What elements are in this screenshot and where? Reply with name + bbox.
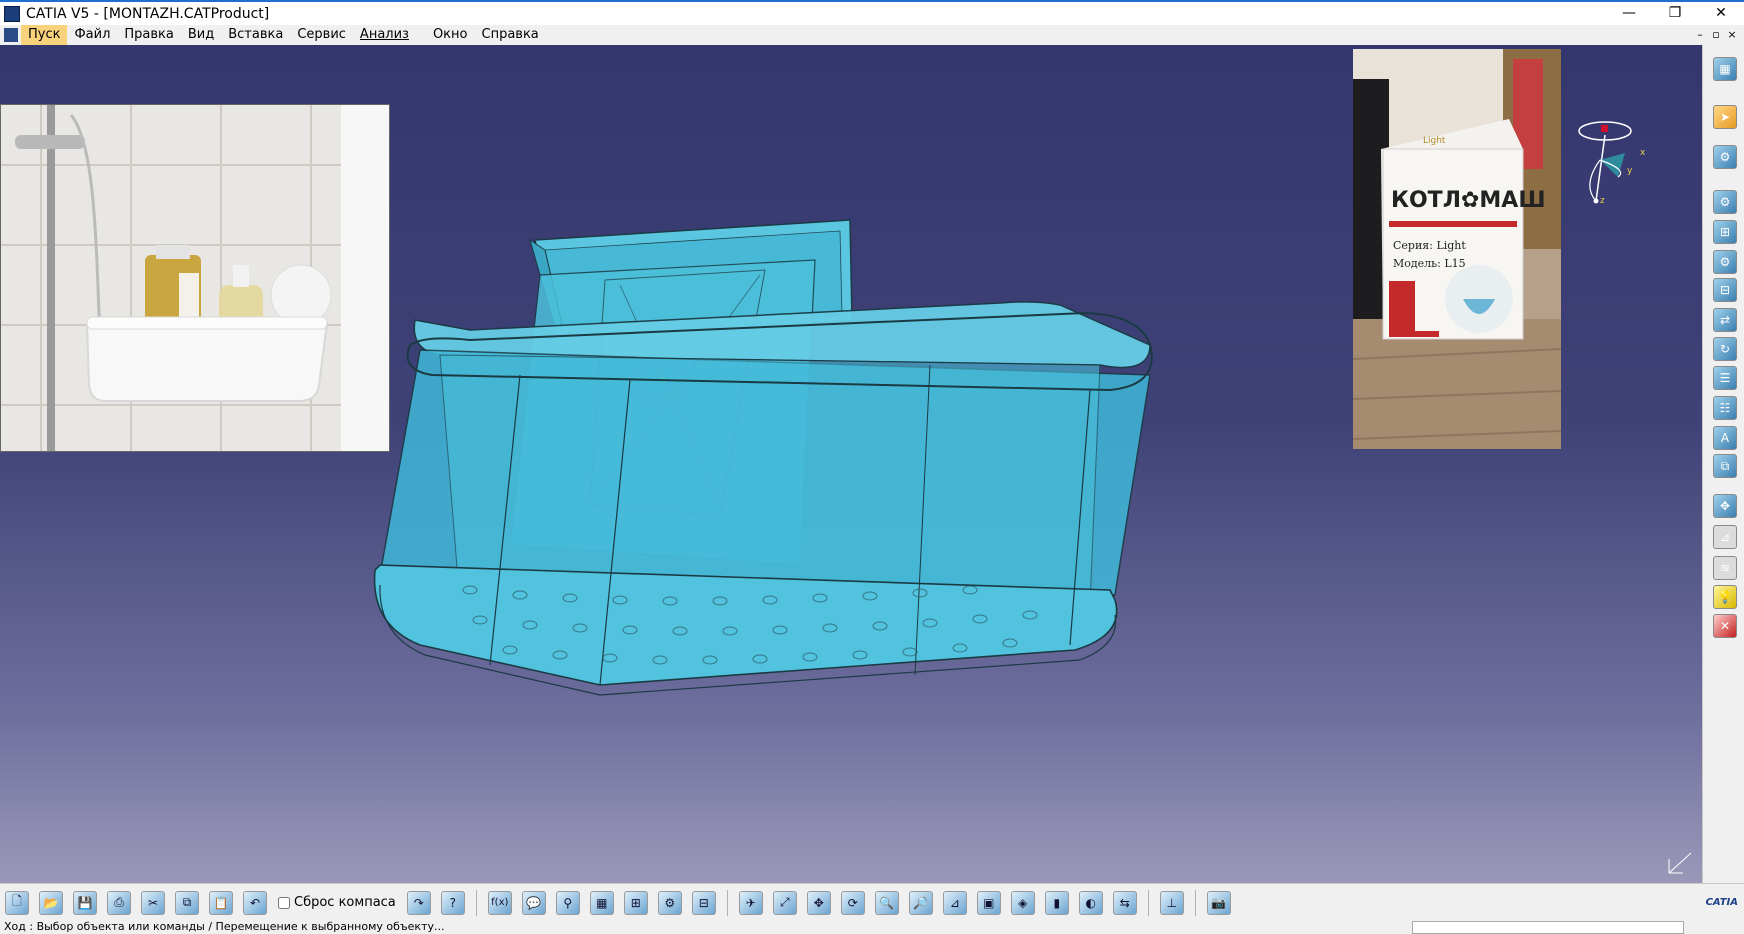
- menu-help[interactable]: Справка: [475, 25, 546, 45]
- title-bar: CATIA V5 - [MONTAZH.CATProduct] — ❐ ✕: [0, 0, 1744, 25]
- explode-icon[interactable]: ≋: [1713, 556, 1737, 580]
- new-part-icon[interactable]: ⊟: [1713, 278, 1737, 302]
- toolbar-separator: [475, 889, 477, 916]
- whats-this-icon[interactable]: ?: [440, 890, 465, 915]
- compass-reset-checkbox[interactable]: Сброс компаса: [278, 895, 396, 910]
- normal-view-icon[interactable]: ⊿: [942, 890, 967, 915]
- compass-reset-input[interactable]: [278, 896, 290, 909]
- document-icon[interactable]: [4, 28, 18, 42]
- 3d-viewport[interactable]: КОТЛ✿МАШ Серия: Light Модель: L15 Light …: [0, 45, 1702, 883]
- swap-visible-space-icon[interactable]: ⇆: [1112, 890, 1137, 915]
- corner-axis-indicator: [1668, 852, 1692, 874]
- link-icon[interactable]: ⚲: [555, 890, 580, 915]
- product-structure-icon[interactable]: ▦: [1713, 57, 1737, 81]
- compass-z-label: z: [1600, 196, 1605, 206]
- zoom-in-icon[interactable]: 🔍: [874, 890, 899, 915]
- box-series-text: Серия: Light: [1393, 239, 1466, 252]
- mdi-close-button[interactable]: ×: [1724, 25, 1740, 45]
- catia-logo: CATIA: [1705, 897, 1738, 908]
- snap-icon[interactable]: ⊿: [1713, 525, 1737, 549]
- dimension-icon[interactable]: ⊥: [1159, 890, 1184, 915]
- fit-all-icon[interactable]: ⤢: [772, 890, 797, 915]
- menu-tools[interactable]: Сервис: [290, 25, 353, 45]
- new-component-icon[interactable]: ⊞: [1713, 220, 1737, 244]
- bottom-toolbar: 🗋 📂 💾 ⎙ ✂ ⧉ 📋 ↶ Сброс компаса ↷ ? f(x) 💬…: [0, 883, 1744, 921]
- undo-icon[interactable]: ↶: [243, 890, 267, 915]
- table-icon[interactable]: ▦: [589, 890, 614, 915]
- save-icon[interactable]: 💾: [73, 890, 97, 915]
- menu-bar: Пуск Файл Правка Вид Вставка Сервис Анал…: [0, 25, 1744, 45]
- hide-show-icon[interactable]: ◐: [1078, 890, 1103, 915]
- compass-x-label: x: [1640, 148, 1646, 158]
- camera-icon[interactable]: 📷: [1206, 890, 1231, 915]
- comment-icon[interactable]: 💬: [521, 890, 546, 915]
- formula-icon[interactable]: f(x): [487, 890, 512, 915]
- compass-gizmo[interactable]: x y z: [1570, 115, 1660, 215]
- mdi-controls: – ▫ ×: [1692, 25, 1740, 45]
- minimize-button[interactable]: —: [1606, 2, 1652, 25]
- multi-instantiation-icon[interactable]: ⧉: [1713, 454, 1737, 478]
- box-brand-text: КОТЛ✿МАШ: [1391, 188, 1546, 213]
- delete-constraint-icon[interactable]: ✕: [1713, 614, 1737, 638]
- measure-icon[interactable]: ⊟: [691, 890, 716, 915]
- menu-file[interactable]: Файл: [67, 25, 117, 45]
- mdi-minimize-button[interactable]: –: [1692, 25, 1708, 45]
- light-bulb-icon[interactable]: 💡: [1713, 585, 1737, 609]
- multi-view-icon[interactable]: ▣: [976, 890, 1001, 915]
- shower-shelf-image: [1, 105, 389, 451]
- status-text: Ход : Выбор объекта или команды / Переме…: [4, 920, 445, 933]
- status-bar: Ход : Выбор объекта или команды / Переме…: [0, 920, 1744, 934]
- render-style-icon[interactable]: ▮: [1044, 890, 1069, 915]
- catalog-icon[interactable]: ⊞: [623, 890, 648, 915]
- fly-mode-icon[interactable]: ✈: [738, 890, 763, 915]
- open-file-icon[interactable]: 📂: [39, 890, 63, 915]
- replace-component-icon[interactable]: ⇄: [1713, 308, 1737, 332]
- cut-icon[interactable]: ✂: [141, 890, 165, 915]
- knowledge-icon[interactable]: ⚙: [657, 890, 682, 915]
- window-controls: — ❐ ✕: [1606, 2, 1744, 25]
- rotate-icon[interactable]: ⟳: [840, 890, 865, 915]
- pan-icon[interactable]: ✥: [806, 890, 831, 915]
- new-product-icon[interactable]: ⚙: [1713, 250, 1737, 274]
- menu-insert[interactable]: Вставка: [221, 25, 290, 45]
- right-toolbar: ▦ ➤ ⚙ ⚙ ⊞ ⚙ ⊟ ⇄ ↻ ☰ ☷ A ⧉ ✥ ⊿ ≋ 💡 ✕: [1702, 45, 1744, 883]
- compass-reset-label: Сброс компаса: [294, 895, 396, 910]
- existing-component-icon[interactable]: ⚙: [1713, 190, 1737, 214]
- selective-load-icon[interactable]: ☷: [1713, 396, 1737, 420]
- reference-photo-shower-shelf: [0, 104, 390, 452]
- box-badge-text: Light: [1423, 136, 1446, 146]
- print-icon[interactable]: ⎙: [107, 890, 131, 915]
- box-model-text: Модель: L15: [1393, 257, 1466, 270]
- gear-assembly-icon[interactable]: ⚙: [1713, 145, 1737, 169]
- menu-view[interactable]: Вид: [181, 25, 221, 45]
- toolbar-separator: [1194, 889, 1196, 916]
- toolbar-separator: [1147, 889, 1149, 916]
- boiler-box-image: КОТЛ✿МАШ Серия: Light Модель: L15 Light: [1353, 49, 1561, 449]
- isometric-view-icon[interactable]: ◈: [1010, 890, 1035, 915]
- paste-icon[interactable]: 📋: [209, 890, 233, 915]
- reference-photo-box: КОТЛ✿МАШ Серия: Light Модель: L15 Light: [1353, 49, 1561, 449]
- close-button[interactable]: ✕: [1698, 2, 1744, 25]
- generate-numbering-icon[interactable]: ☰: [1713, 366, 1737, 390]
- compass-y-label: y: [1627, 166, 1633, 176]
- command-input[interactable]: [1412, 921, 1684, 934]
- manage-representations-icon[interactable]: A: [1713, 426, 1737, 450]
- menu-window[interactable]: Окно: [426, 25, 475, 45]
- zoom-out-icon[interactable]: 🔎: [908, 890, 933, 915]
- window-title: CATIA V5 - [MONTAZH.CATProduct]: [26, 5, 270, 22]
- restore-button[interactable]: ❐: [1652, 2, 1698, 25]
- catia-app-icon: [4, 5, 20, 22]
- redo-icon[interactable]: ↷: [406, 890, 431, 915]
- menu-edit[interactable]: Правка: [117, 25, 180, 45]
- mdi-restore-button[interactable]: ▫: [1708, 25, 1724, 45]
- reorder-graph-icon[interactable]: ↻: [1713, 337, 1737, 361]
- manipulation-icon[interactable]: ✥: [1713, 494, 1737, 518]
- select-arrow-icon[interactable]: ➤: [1713, 105, 1737, 129]
- toolbar-separator: [726, 889, 728, 916]
- new-file-icon[interactable]: 🗋: [5, 890, 29, 915]
- menu-start[interactable]: Пуск: [21, 25, 68, 45]
- copy-icon[interactable]: ⧉: [175, 890, 199, 915]
- menu-analysis[interactable]: Анализ: [353, 25, 416, 45]
